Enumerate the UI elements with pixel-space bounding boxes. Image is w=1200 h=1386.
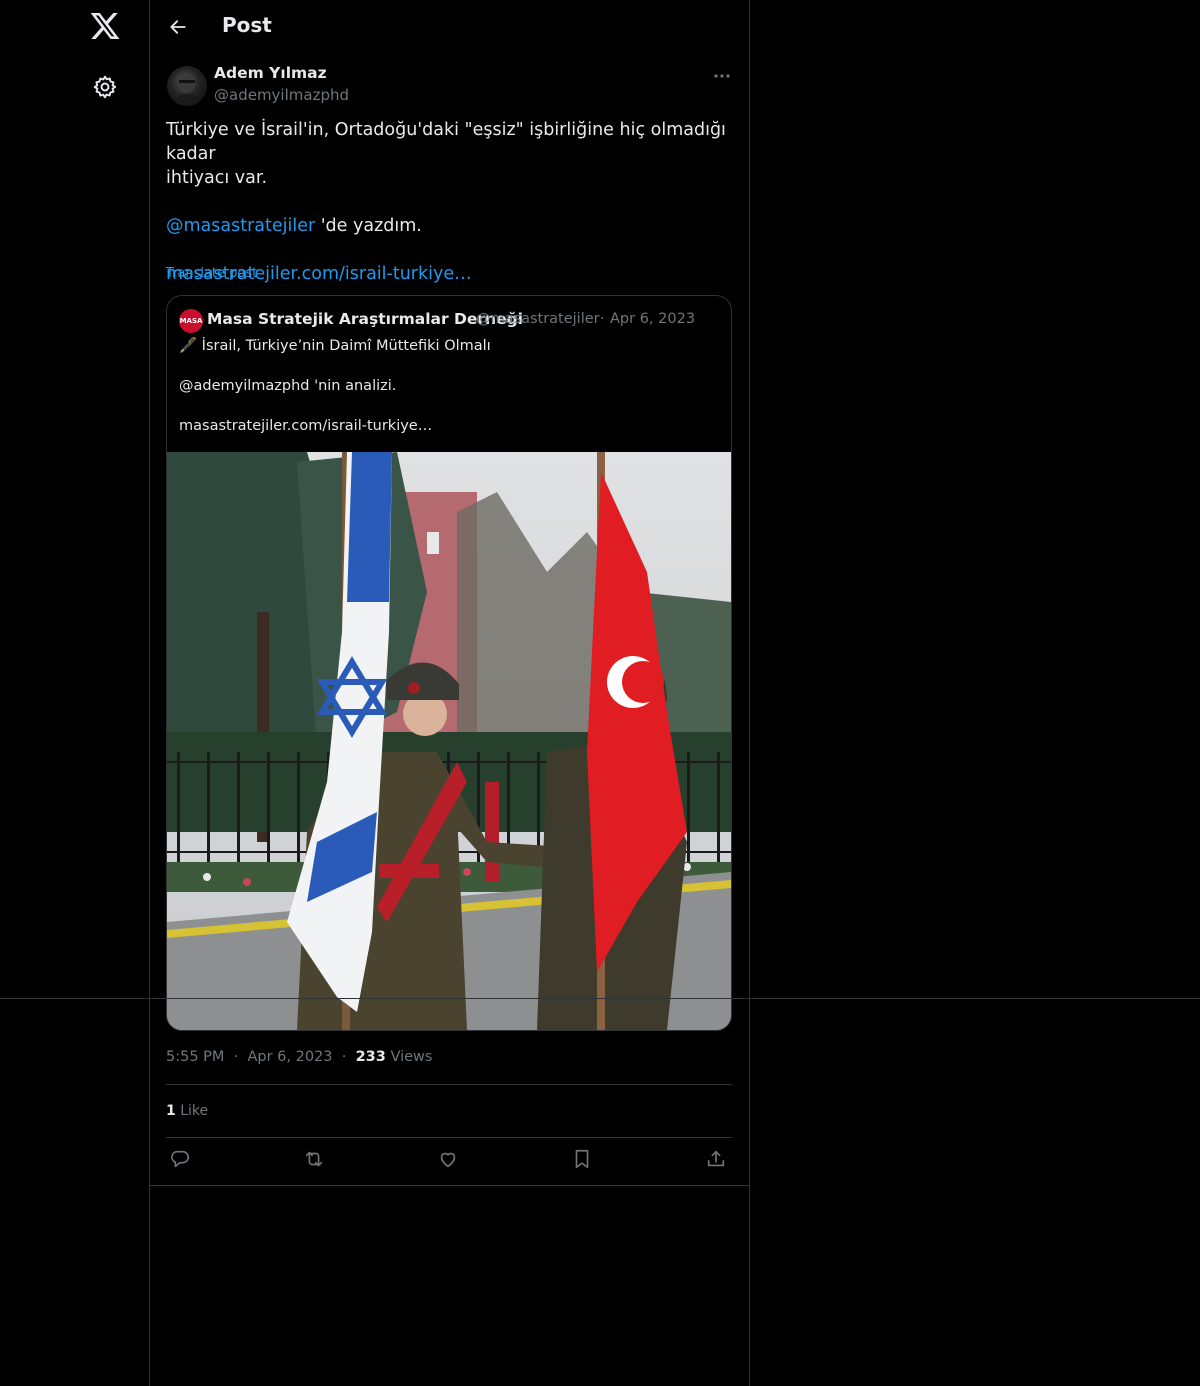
x-logo-icon[interactable] xyxy=(89,10,121,42)
gear-icon[interactable] xyxy=(92,74,118,100)
divider xyxy=(166,1084,732,1085)
quoted-text-line: @ademyilmazphd 'nin analizi. xyxy=(179,378,397,394)
action-bar xyxy=(166,1148,732,1174)
post-date[interactable]: Apr 6, 2023 xyxy=(247,1049,332,1065)
quoted-text-line: 🖋️ İsrail, Türkiye’nin Daimî Müttefiki O… xyxy=(179,338,491,354)
like-heart-icon[interactable] xyxy=(437,1148,463,1174)
reply-icon[interactable] xyxy=(169,1148,195,1174)
mention-link[interactable]: @masastratejiler xyxy=(166,216,315,236)
more-options-icon[interactable] xyxy=(712,66,732,86)
divider xyxy=(166,1137,732,1138)
repost-icon[interactable] xyxy=(303,1148,329,1174)
share-icon[interactable] xyxy=(705,1148,731,1174)
author-name[interactable]: Adem Yılmaz xyxy=(214,64,327,82)
quoted-author-handle: @masastratejiler xyxy=(476,311,600,327)
post-time[interactable]: 5:55 PM xyxy=(166,1049,224,1065)
separator-dot: · xyxy=(600,311,605,327)
page-title: Post xyxy=(222,13,272,37)
quoted-text-line: masastratejiler.com/israil-turkiye… xyxy=(179,418,433,434)
post-text: Türkiye ve İsrail'in, Ortadoğu'daki "eşs… xyxy=(166,118,736,286)
quoted-photo[interactable] xyxy=(167,452,731,1030)
likes-label: Like xyxy=(180,1103,209,1119)
bookmark-icon[interactable] xyxy=(571,1148,597,1174)
quoted-text: 🖋️ İsrail, Türkiye’nin Daimî Müttefiki O… xyxy=(179,336,719,436)
separator-dot: · xyxy=(229,1049,243,1065)
post-text-line: ihtiyacı var. xyxy=(166,168,268,188)
post-text-line: Türkiye ve İsrail'in, Ortadoğu'daki "eşs… xyxy=(166,120,726,164)
likes-count: 1 xyxy=(166,1103,176,1119)
divider xyxy=(150,1185,749,1186)
left-nav xyxy=(0,0,149,1386)
back-arrow-icon[interactable] xyxy=(168,17,188,37)
mention-suffix: 'de yazdım. xyxy=(315,216,422,236)
main-column: Post Adem Yılmaz @ademyilmazphd Türkiye … xyxy=(149,0,750,1386)
avatar[interactable] xyxy=(167,66,207,106)
translate-post-link[interactable]: Translate post xyxy=(166,266,257,281)
quoted-post[interactable]: MASA Masa Stratejik Araştırmalar Derneği… xyxy=(166,295,732,1031)
page-header: Post xyxy=(150,0,749,53)
author-handle[interactable]: @ademyilmazphd xyxy=(214,86,349,104)
quoted-date: Apr 6, 2023 xyxy=(610,311,696,327)
views-label: Views xyxy=(390,1049,433,1065)
views-count: 233 xyxy=(355,1049,386,1065)
likes-summary[interactable]: 1 Like xyxy=(166,1103,208,1119)
overlay-guide-line xyxy=(0,998,1200,999)
separator-dot: · xyxy=(337,1049,351,1065)
post-meta: 5:55 PM · Apr 6, 2023 · 233 Views xyxy=(166,1049,432,1065)
quoted-avatar[interactable]: MASA xyxy=(179,309,203,333)
